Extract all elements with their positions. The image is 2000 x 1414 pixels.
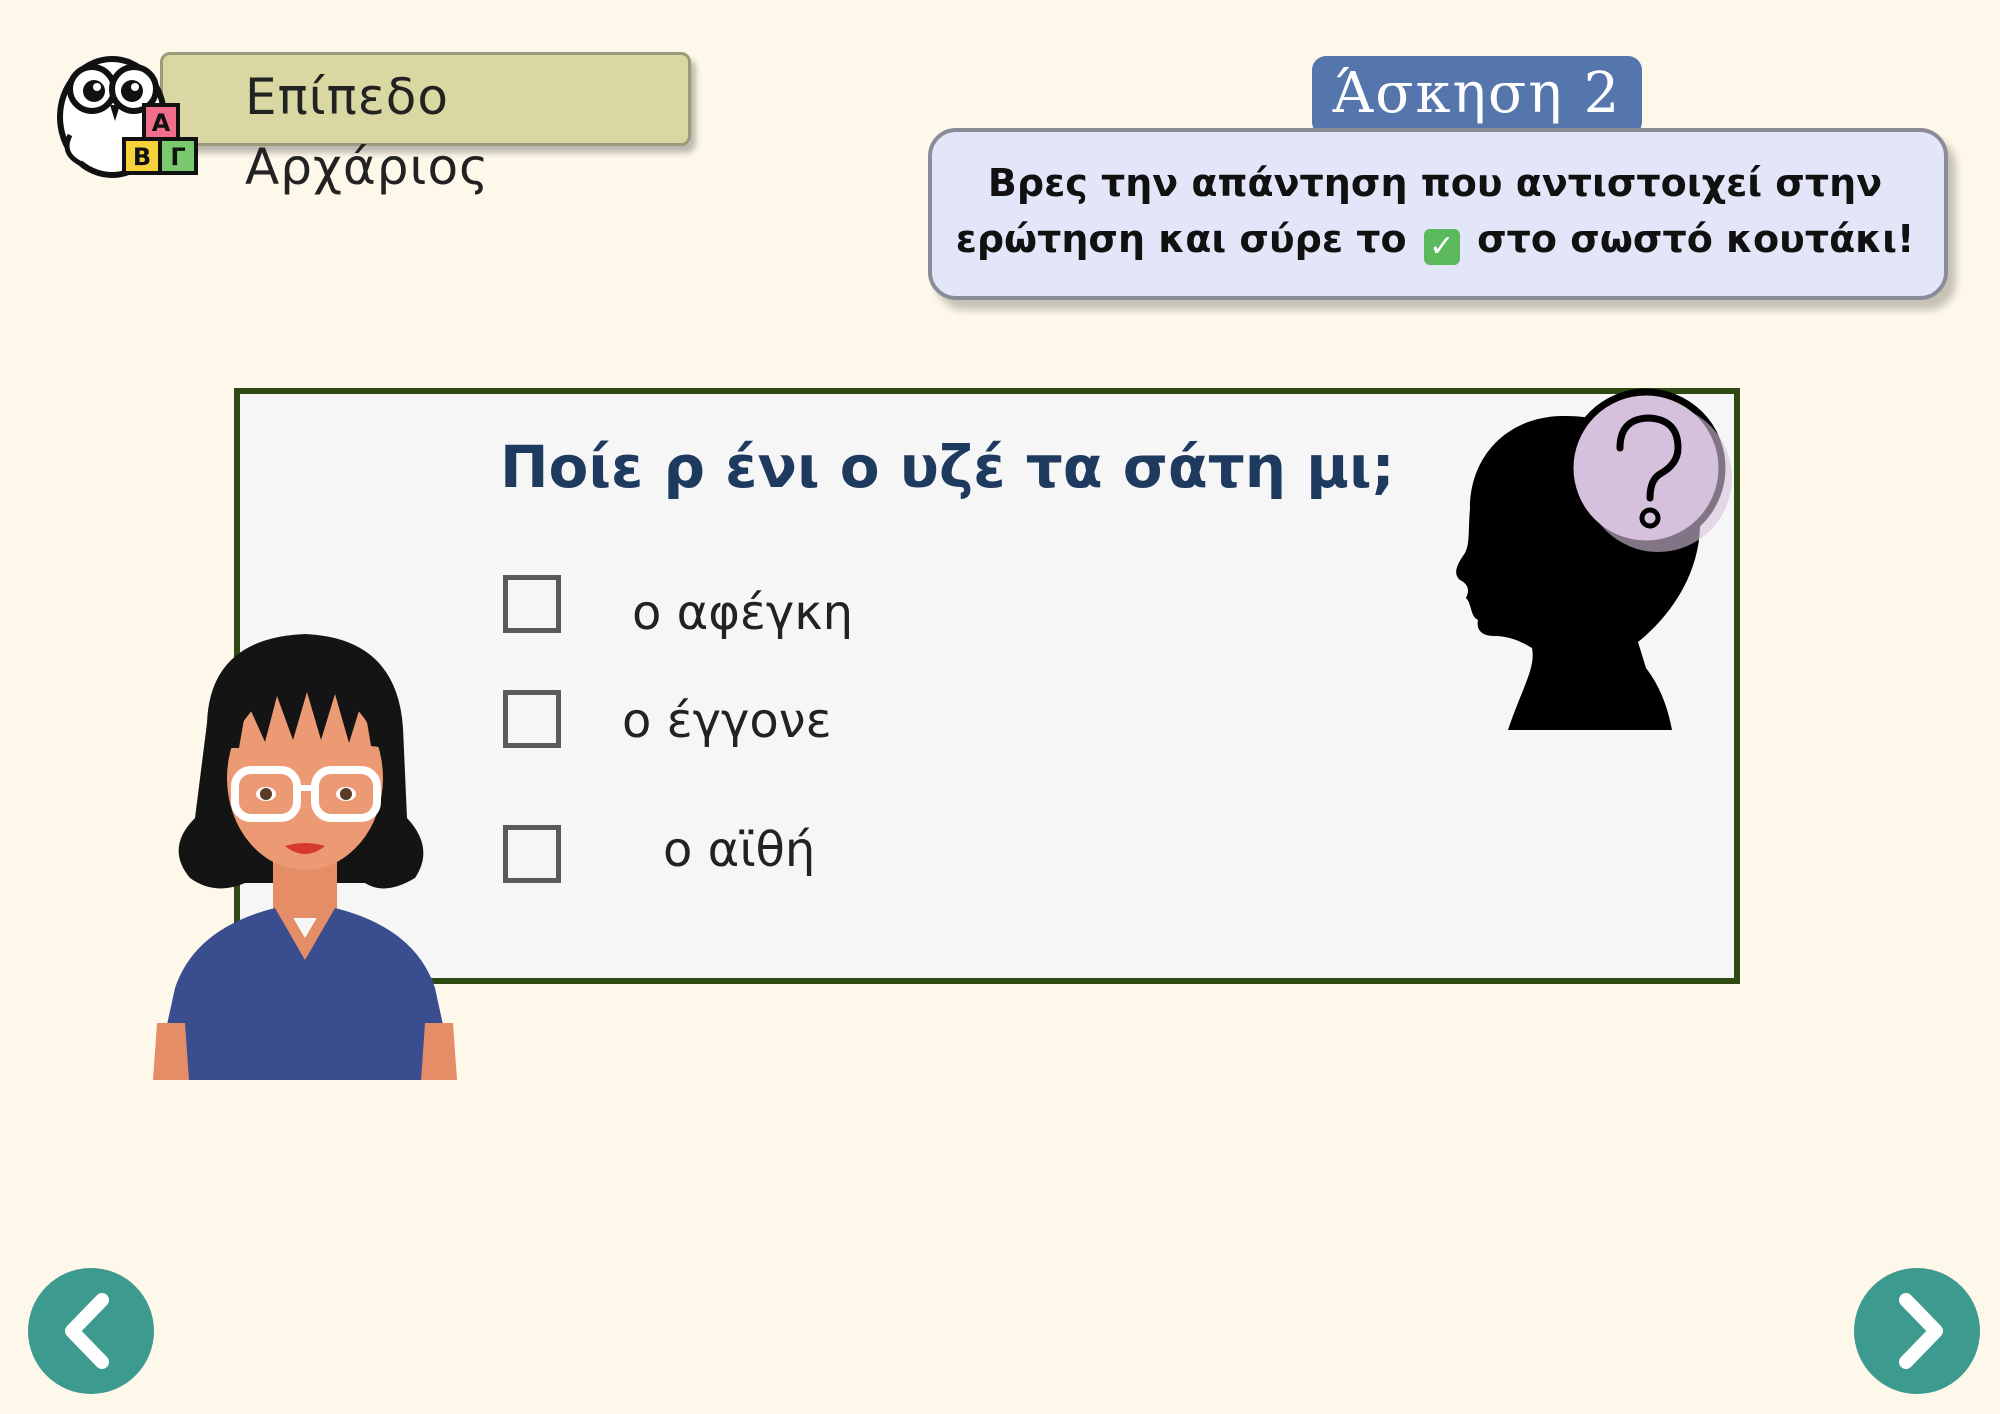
instruction-line-2-after: στο σωστό κουτάκι! [1477,217,1915,261]
answer-option-3: ο αϊθή [663,822,816,878]
instruction-line-2: ερώτηση και σύρε το ✓ στο σωστό κουτάκι! [950,211,1920,267]
instruction-text: Βρες την απάντηση που αντιστοιχεί στην ε… [950,155,1920,267]
next-button[interactable] [1854,1268,1980,1394]
instruction-line-2-before: ερώτηση και σύρε το [955,217,1407,261]
checkmark-icon: ✓ [1423,229,1460,265]
teacher-avatar [135,628,485,1080]
answer-option-2: ο έγγονε [622,693,832,749]
logo-letter-b: Β [133,143,151,171]
instruction-line-1: Βρες την απάντηση που αντιστοιχεί στην [987,161,1883,205]
level-label: Επίπεδο Αρχάριος [245,68,490,196]
question-text: Ποίε ρ ένι ο υζέ τα σάτη μι; [500,433,1395,501]
logo-letter-g: Γ [170,143,185,171]
child-silhouette-question-icon [1410,368,1750,733]
chevron-right-icon [1899,1293,1943,1369]
answer-checkbox-2[interactable] [503,690,561,748]
exercise-title: Άσκηση 2 [1332,61,1622,126]
answer-option-1: ο αφέγκη [632,585,853,641]
chevron-left-icon [65,1293,109,1369]
answer-checkbox-3[interactable] [503,825,561,883]
previous-button[interactable] [28,1268,154,1394]
owl-abc-logo: Α Β Γ [50,25,210,185]
answer-checkbox-1[interactable] [503,575,561,633]
logo-letter-a: Α [152,109,171,137]
